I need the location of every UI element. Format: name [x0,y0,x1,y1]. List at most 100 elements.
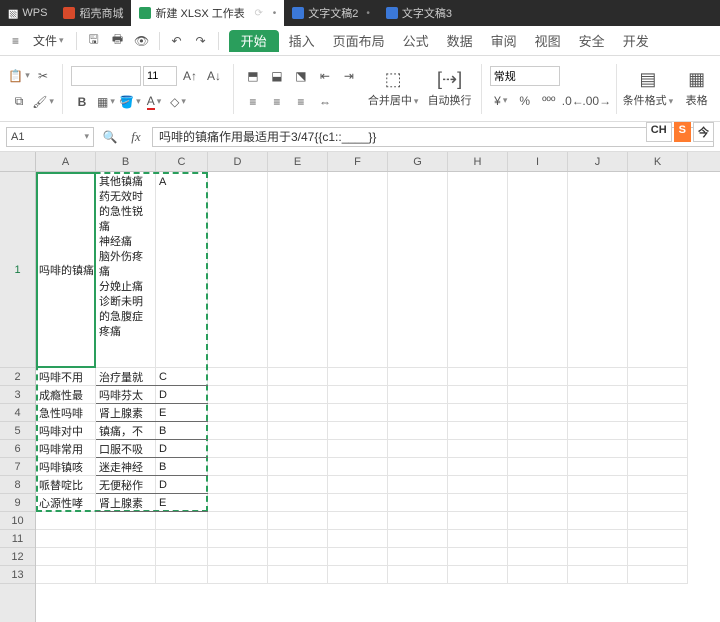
cell[interactable]: 镇痛，不 [96,422,156,440]
tab-security[interactable]: 安全 [571,26,613,56]
cell[interactable]: 无便秘作 [96,476,156,494]
increase-font-icon[interactable]: A↑ [179,65,201,87]
cell[interactable]: 肾上腺素 [96,494,156,512]
row-header[interactable]: 6 [0,440,35,458]
undo-icon[interactable]: ↶ [166,30,188,52]
cell[interactable]: D [156,440,208,458]
row-header[interactable]: 1 [0,172,35,368]
cell[interactable]: 急性吗啡 [36,404,96,422]
col-header[interactable]: C [156,152,208,171]
cell[interactable]: D [156,476,208,494]
name-box[interactable]: A1▾ [6,127,94,147]
redo-icon[interactable]: ↷ [190,30,212,52]
currency-icon[interactable]: ¥▾ [490,90,512,112]
tab-review[interactable]: 审阅 [483,26,525,56]
cell[interactable]: 吗啡镇咳 [36,458,96,476]
cell[interactable]: 治疗量就 [96,368,156,386]
indent-increase-icon[interactable]: ⇥ [338,65,360,87]
format-painter-icon[interactable]: 🖌▾ [32,91,54,113]
cell[interactable]: C [156,368,208,386]
table-style-button[interactable]: ▦ 表格 [677,61,716,117]
merge-across-icon[interactable]: ⇔ [314,91,336,113]
row-header[interactable]: 11 [0,530,35,548]
cell[interactable]: 成瘾性最 [36,386,96,404]
comma-icon[interactable]: ººº [538,90,560,112]
row-header[interactable]: 2 [0,368,35,386]
col-header[interactable]: H [448,152,508,171]
tab-dev[interactable]: 开发 [615,26,657,56]
tab-doc3[interactable]: 文字文稿3 [378,0,460,26]
border-icon[interactable]: ▦▾ [95,91,117,113]
cell[interactable]: E [156,494,208,512]
select-all-corner[interactable] [0,152,35,172]
paste-icon[interactable]: 📋▾ [8,65,30,87]
cell[interactable]: E [156,404,208,422]
cell[interactable] [388,172,448,368]
cell[interactable]: 口服不吸 [96,440,156,458]
cell[interactable]: 其他镇痛药无效时的急性锐痛 神经痛 脑外伤疼痛 分娩止痛 诊断未明的急腹症疼痛 [96,172,156,368]
tab-start[interactable]: 开始 [229,30,279,52]
tab-data[interactable]: 数据 [439,26,481,56]
font-size-combo[interactable] [143,66,177,86]
cell[interactable]: B [156,458,208,476]
save-icon[interactable]: 🖫 [83,30,105,52]
cell[interactable]: 吗啡的镇痛 [36,172,96,368]
col-header[interactable]: I [508,152,568,171]
align-right-icon[interactable]: ≡ [290,91,312,113]
tab-xlsx[interactable]: 新建 XLSX 工作表 ⟳ • [131,0,284,26]
tab-layout[interactable]: 页面布局 [325,26,393,56]
cell[interactable]: 哌替啶比 [36,476,96,494]
cells-area[interactable]: 吗啡的镇痛 其他镇痛药无效时的急性锐痛 神经痛 脑外伤疼痛 分娩止痛 诊断未明的… [36,172,720,584]
decrease-decimal-icon[interactable]: .0← [562,90,584,112]
cut-icon[interactable]: ✂ [32,65,54,87]
percent-icon[interactable]: % [514,90,536,112]
tab-formula[interactable]: 公式 [395,26,437,56]
print-icon[interactable]: 🖶 [107,30,129,52]
cell[interactable] [508,172,568,368]
copy-icon[interactable]: ⧉ [8,91,30,113]
print-preview-icon[interactable]: 👁 [131,30,153,52]
cell[interactable] [568,172,628,368]
zoom-icon[interactable]: 🔍 [100,127,120,147]
cell[interactable] [448,172,508,368]
merge-center-button[interactable]: ⬚ 合并居中▾ [366,61,420,117]
cell[interactable] [328,172,388,368]
align-center-icon[interactable]: ≡ [266,91,288,113]
col-header[interactable]: A [36,152,96,171]
row-header[interactable]: 13 [0,566,35,584]
col-header[interactable]: J [568,152,628,171]
increase-decimal-icon[interactable]: .00→ [586,90,608,112]
cell[interactable]: D [156,386,208,404]
indent-decrease-icon[interactable]: ⇤ [314,65,336,87]
col-header[interactable]: B [96,152,156,171]
formula-bar[interactable]: 吗啡的镇痛作用最适用于3/47{{c1::____}} [152,127,714,147]
cell[interactable]: A [156,172,208,368]
cell[interactable] [208,172,268,368]
cell[interactable]: 吗啡常用 [36,440,96,458]
cell[interactable]: 吗啡不用 [36,368,96,386]
font-family-combo[interactable] [71,66,141,86]
col-header[interactable]: K [628,152,688,171]
sync-icon[interactable]: ⟳ [253,7,265,19]
decrease-font-icon[interactable]: A↓ [203,65,225,87]
cell[interactable] [628,172,688,368]
fill-color-icon[interactable]: 🪣▾ [119,91,141,113]
row-header[interactable]: 9 [0,494,35,512]
fx-icon[interactable]: fx [126,127,146,147]
col-header[interactable]: E [268,152,328,171]
font-color-icon[interactable]: A▾ [143,91,165,113]
conditional-format-button[interactable]: ▤ 条件格式▾ [621,61,675,117]
cell[interactable]: 迷走神经 [96,458,156,476]
cell[interactable] [268,172,328,368]
tab-view[interactable]: 视图 [527,26,569,56]
row-header[interactable]: 10 [0,512,35,530]
tab-docer[interactable]: 稻壳商城 [55,0,131,26]
row-header[interactable]: 8 [0,476,35,494]
row-header[interactable]: 7 [0,458,35,476]
cell-style-icon[interactable]: ◇▾ [167,91,189,113]
cell[interactable]: 吗啡对中 [36,422,96,440]
hamburger-icon[interactable]: ≡ [6,34,25,48]
cell[interactable]: 吗啡芬太 [96,386,156,404]
align-left-icon[interactable]: ≡ [242,91,264,113]
cell[interactable]: B [156,422,208,440]
